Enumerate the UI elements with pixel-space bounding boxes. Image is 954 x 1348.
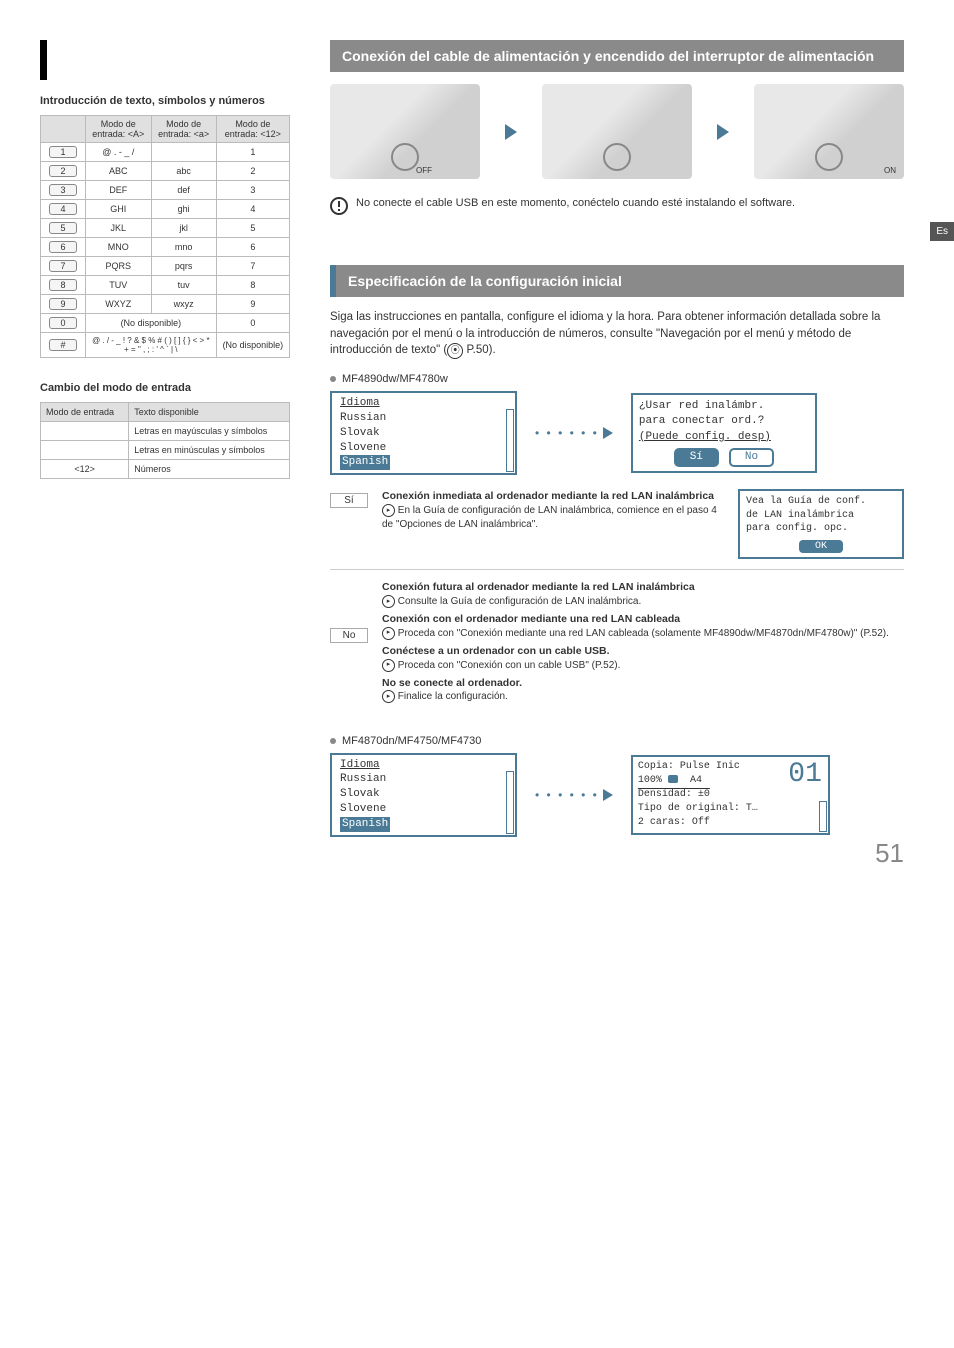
accent-bar [40, 40, 47, 80]
left-column: Introducción de texto, símbolos y número… [40, 40, 290, 851]
model-heading-2: MF4870dn/MF4750/MF4730 [330, 735, 904, 747]
page-container: Introducción de texto, símbolos y número… [0, 0, 954, 891]
usb-note: No conecte el cable USB en este momento,… [330, 197, 904, 215]
lcd-row-1: Idioma Russian Slovak Slovene Spanish • … [330, 391, 904, 475]
table-row: Letras en minúsculas y símbolos [41, 441, 290, 460]
printer-on: ON [754, 84, 904, 179]
no-t3: Conéctese a un ordenador con un cable US… [382, 644, 904, 659]
heading-text-entry: Introducción de texto, símbolos y número… [40, 95, 290, 107]
si-title: Conexión inmediata al ordenador mediante… [382, 489, 724, 504]
col-mode-A: Modo de entrada: <A> [86, 116, 152, 143]
table-row: Letras en mayúsculas y símbolos [41, 422, 290, 441]
table-row: 5JKLjkl5 [41, 219, 290, 238]
lcd-no-button: No [729, 448, 774, 467]
no-t1: Conexión futura al ordenador mediante la… [382, 580, 904, 595]
character-key-table: Modo de entrada: <A> Modo de entrada: <a… [40, 115, 290, 358]
table-row: <12>Números [41, 460, 290, 479]
no-p2: Proceda con "Conexión mediante una red L… [398, 628, 889, 639]
printer-plug [542, 84, 692, 179]
table-row: 9WXYZwxyz9 [41, 295, 290, 314]
lcd-idioma-1: Idioma Russian Slovak Slovene Spanish [330, 391, 517, 475]
lcd-idioma-2: Idioma Russian Slovak Slovene Spanish [330, 753, 517, 837]
section-header-power: Conexión del cable de alimentación y enc… [330, 40, 904, 72]
divider [330, 569, 904, 570]
dots-arrow-icon: • • • • • • [535, 426, 613, 440]
arrow-icon [505, 124, 517, 140]
mode-table: Modo de entrada Texto disponible Letras … [40, 402, 290, 479]
right-column: Conexión del cable de alimentación y enc… [330, 40, 904, 851]
table-row: 4GHIghi4 [41, 200, 290, 219]
section-header-initial: Especificación de la configuración inici… [330, 265, 904, 297]
table-row: 8TUVtuv8 [41, 276, 290, 295]
table-row: 7PQRSpqrs7 [41, 257, 290, 276]
choice-si: Sí Conexión inmediata al ordenador media… [330, 489, 904, 559]
goto-icon [382, 690, 395, 703]
usb-note-text: No conecte el cable USB en este momento,… [356, 197, 795, 215]
no-p1: Consulte la Guía de configuración de LAN… [398, 596, 641, 607]
table-row: 2ABCabc2 [41, 162, 290, 181]
page-number: 51 [875, 838, 904, 869]
col-key [41, 116, 86, 143]
lcd-row-2: Idioma Russian Slovak Slovene Spanish • … [330, 753, 904, 837]
table-row: 1@ . - _ /1 [41, 143, 290, 162]
no-p4: Finalice la configuración. [398, 692, 508, 703]
goto-icon [382, 627, 395, 640]
off-label: OFF [416, 166, 432, 175]
model-heading-1: MF4890dw/MF4780w [330, 373, 904, 385]
col-mode-12: Modo de entrada: <12> [216, 116, 289, 143]
intro-text: Siga las instrucciones en pantalla, conf… [330, 309, 904, 359]
lcd-prompt: ¿Usar red inalámbr. para conectar ord.? … [631, 393, 817, 474]
col-mode-a: Modo de entrada: <a> [151, 116, 216, 143]
lcd-yes-button: Sí [674, 448, 719, 467]
label-si: Sí [330, 493, 368, 508]
table-row: 0(No disponible)0 [41, 314, 290, 333]
copies-icon [668, 775, 678, 783]
no-t4: No se conecte al ordenador. [382, 676, 904, 691]
mode-col1: Modo de entrada [41, 403, 129, 422]
goto-icon [382, 659, 395, 672]
printer-illustration-row: OFF ON [330, 84, 904, 179]
si-text: En la Guía de configuración de LAN inalá… [382, 505, 717, 530]
on-label: ON [884, 166, 896, 175]
printer-off: OFF [330, 84, 480, 179]
copy-count: 01 [788, 755, 822, 794]
no-p3: Proceda con "Conexión con un cable USB" … [398, 660, 621, 671]
table-row: #@ . / - _ ! ? & $ % # ( ) [ ] { } < > *… [41, 333, 290, 358]
table-row: 3DEFdef3 [41, 181, 290, 200]
language-tab: Es [930, 222, 954, 241]
arrow-icon [717, 124, 729, 140]
lcd-guide: Vea la Guía de conf. de LAN inalámbrica … [738, 489, 904, 559]
mode-col2: Texto disponible [129, 403, 290, 422]
heading-mode-change: Cambio del modo de entrada [40, 382, 290, 394]
label-no: No [330, 628, 368, 643]
goto-icon [382, 504, 395, 517]
choice-no: No Conexión futura al ordenador mediante… [330, 580, 904, 704]
page-ref-icon: ⦿ [447, 343, 463, 359]
info-icon [330, 197, 348, 215]
lcd-copy-screen: Copia: Pulse Inic 100% A4 Densidad: ±0 T… [631, 755, 830, 835]
ok-button: OK [799, 540, 843, 554]
table-row: 6MNOmno6 [41, 238, 290, 257]
goto-icon [382, 595, 395, 608]
dots-arrow-icon: • • • • • • [535, 788, 613, 802]
no-t2: Conexión con el ordenador mediante una r… [382, 612, 904, 627]
